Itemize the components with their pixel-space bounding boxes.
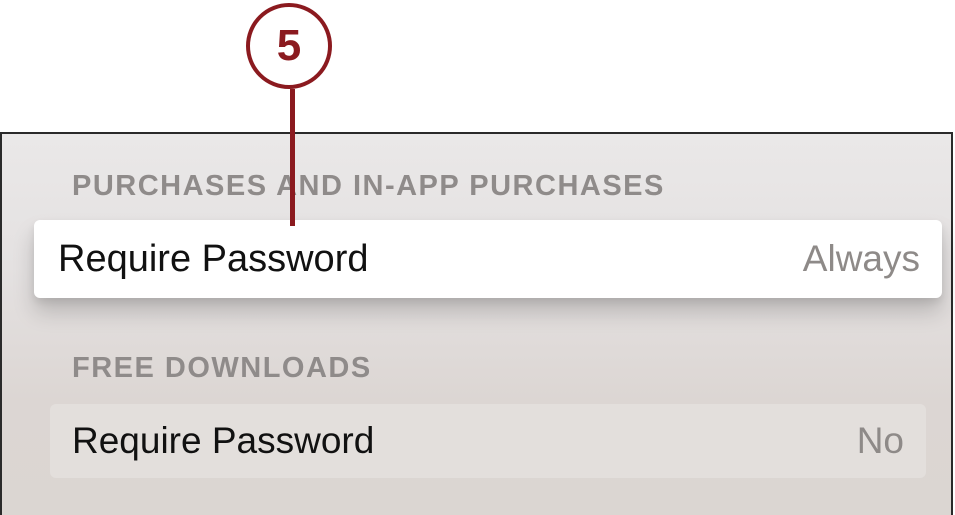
callout-number: 5 (276, 21, 302, 70)
callout-leader-line (290, 89, 295, 226)
callout-circle: 5 (246, 3, 332, 89)
settings-panel: PURCHASES AND IN-APP PURCHASES Require P… (0, 132, 953, 515)
section-header-free-downloads: FREE DOWNLOADS (72, 352, 372, 384)
row-label: Require Password (72, 420, 375, 461)
section-header-purchases: PURCHASES AND IN-APP PURCHASES (72, 170, 665, 202)
require-password-free-downloads-row[interactable]: Require Password No (50, 404, 926, 478)
require-password-purchases-row[interactable]: Require Password Always (34, 220, 942, 298)
page: PURCHASES AND IN-APP PURCHASES Require P… (0, 0, 955, 515)
row-label: Require Password (58, 237, 369, 280)
row-value: Always (802, 238, 920, 279)
row-value: No (856, 420, 904, 461)
